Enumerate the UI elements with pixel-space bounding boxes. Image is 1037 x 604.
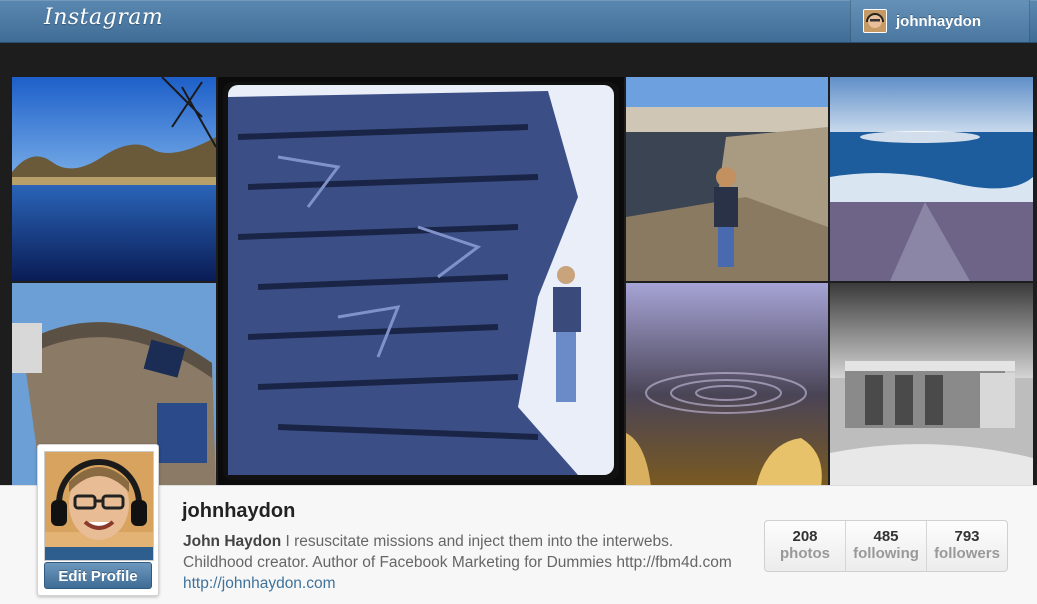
photo-ocean-sunlight[interactable] bbox=[830, 77, 1033, 281]
photo-lake-reflection[interactable] bbox=[12, 77, 216, 281]
stat-followers[interactable]: 793 followers bbox=[926, 521, 1007, 571]
profile-avatar-card: Edit Profile bbox=[37, 444, 159, 596]
profile-full-name: John Haydon bbox=[183, 533, 282, 550]
profile-stats: 208 photos 485 following 793 followers bbox=[764, 520, 1008, 572]
stat-photos[interactable]: 208 photos bbox=[765, 521, 845, 571]
profile-website-link[interactable]: http://johnhaydon.com bbox=[183, 575, 336, 592]
stat-value: 485 bbox=[873, 528, 899, 545]
profile-username: johnhaydon bbox=[182, 500, 296, 522]
stat-following[interactable]: 485 following bbox=[845, 521, 926, 571]
instagram-logo[interactable]: Instagram bbox=[44, 5, 163, 30]
profile-avatar[interactable] bbox=[44, 451, 154, 561]
stat-label: following bbox=[853, 545, 919, 562]
photo-grid bbox=[12, 77, 1033, 487]
photo-rock-cliff-climber[interactable] bbox=[218, 77, 624, 485]
stat-label: photos bbox=[780, 545, 830, 562]
photo-water-ripples[interactable] bbox=[626, 283, 828, 487]
header-username: johnhaydon bbox=[896, 12, 981, 30]
profile-bio: John Haydon I resuscitate missions and i… bbox=[183, 531, 743, 594]
stat-value: 793 bbox=[954, 528, 980, 545]
edit-profile-button[interactable]: Edit Profile bbox=[44, 562, 152, 589]
top-bar: Instagram johnhaydon bbox=[0, 0, 1037, 43]
mini-avatar bbox=[863, 9, 887, 33]
stat-value: 208 bbox=[792, 528, 818, 545]
photo-boy-on-beach[interactable] bbox=[626, 77, 828, 281]
user-menu-button[interactable]: johnhaydon bbox=[850, 0, 1030, 42]
stat-label: followers bbox=[934, 545, 1000, 562]
photo-beach-shed-bw[interactable] bbox=[830, 283, 1033, 487]
